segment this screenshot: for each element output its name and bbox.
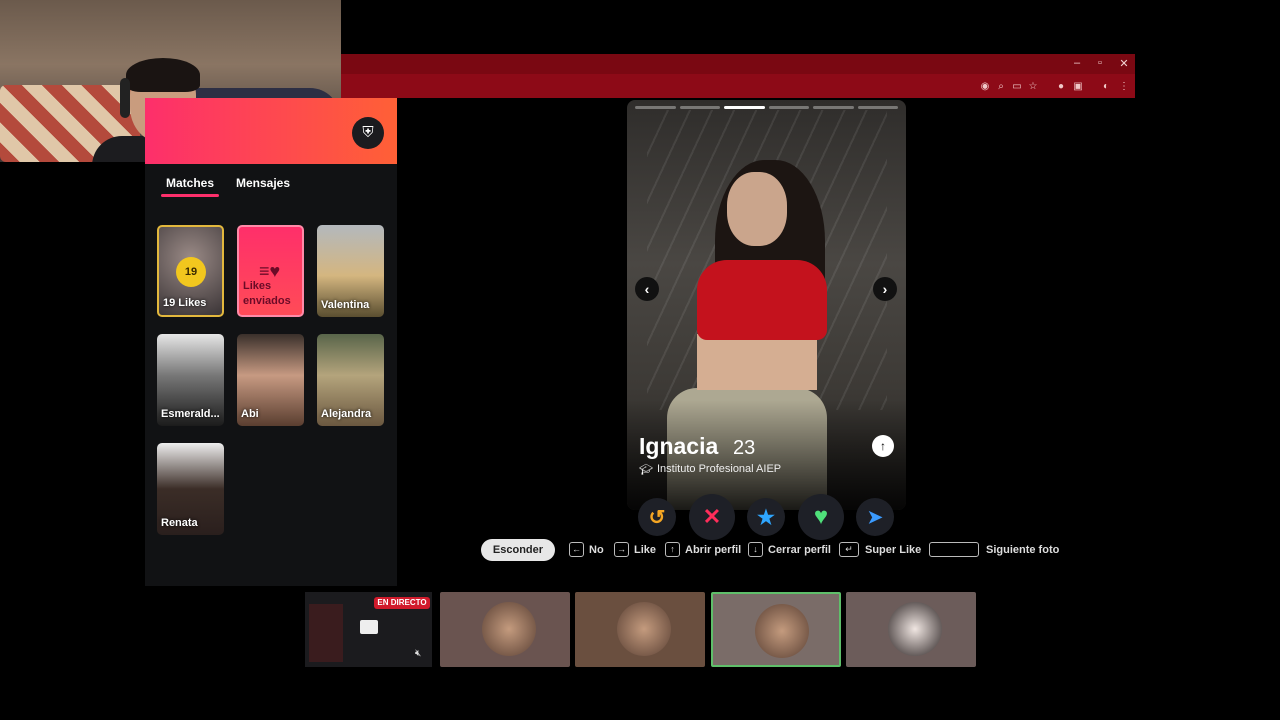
down-arrow-key-icon: ↓ [748,542,763,557]
match-name: Alejandra [321,408,372,420]
up-arrow-key-icon: ↑ [665,542,680,557]
streamer-hair [126,58,200,92]
participant-tile[interactable] [440,592,570,667]
stream-preview-grid [309,604,343,662]
puzzle-icon[interactable]: ▣ [1070,80,1086,94]
hint-open-profile: Abrir perfil [685,544,742,556]
avatar [617,602,671,656]
tab-messages[interactable]: Mensajes [236,176,290,190]
rewind-button[interactable]: ↺ [638,498,676,536]
live-badge: EN DIRECTO [374,597,430,609]
hint-super-like: Super Like [865,544,922,556]
hint-no: No [589,544,604,556]
matches-sidebar: ⛨ Matches Mensajes 19 19 Likes ♥ ≡♥ Like… [145,98,397,586]
right-arrow-key-icon: → [614,542,629,557]
participant-tile-active[interactable] [711,592,841,667]
match-name: Esmerald... [161,408,220,420]
match-tile[interactable]: Valentina [317,225,384,317]
prev-photo-icon[interactable]: ‹ [635,277,659,301]
likes-sent-tile[interactable]: ≡♥ Likes enviados [237,225,304,317]
photo-progress-segment [679,106,720,109]
open-profile-icon[interactable]: ↑ [872,435,894,457]
match-name: Abi [241,408,259,420]
tab-matches[interactable]: Matches [166,176,214,190]
hint-like: Like [634,544,657,556]
tab-strip [341,54,1135,74]
hide-hints-button[interactable]: Esconder [481,539,555,561]
minimize-icon[interactable]: – [1067,57,1087,69]
match-tile[interactable]: Renata [157,443,224,535]
photo-progress-segment [768,106,809,109]
likes-label: 19 Likes [163,297,207,309]
match-tile[interactable]: Abi [237,334,304,426]
match-name: Valentina [321,299,370,311]
bookmark-star-icon[interactable]: ☆ [1025,80,1041,94]
profile-name: Ignacia [639,433,719,459]
sidebar-header: ⛨ [145,98,397,164]
location-icon[interactable]: ◉ [977,80,993,94]
screen-share-icon [360,620,378,634]
photo-subject [697,260,827,340]
hint-next-photo: Siguiente foto [986,544,1060,556]
match-tile[interactable]: Alejandra [317,334,384,426]
hint-close-profile: Cerrar perfil [768,544,831,556]
nope-button[interactable]: ✕ [689,494,735,540]
boost-button[interactable]: ➤ [856,498,894,536]
cast-icon[interactable]: ▭ [1009,80,1025,94]
like-button[interactable]: ♥ [798,494,844,540]
photo-progress-segment [724,106,765,109]
photo-progress-bars [635,106,898,109]
likes-sent-label: Likes enviados [243,280,291,307]
avatar [888,602,942,656]
photo-progress-segment [635,106,676,109]
likes-count-badge: 19 [176,257,206,287]
graduation-cap-icon: 🎓︎ [639,464,653,476]
match-name: Renata [161,517,198,529]
close-window-icon[interactable]: ✕ [1114,57,1134,70]
profile-age: 23 [733,437,756,459]
space-key-icon [929,542,979,557]
profile-card[interactable]: ‹ › Ignacia 23 🎓︎ Instituto Profesional … [627,100,906,510]
match-tile[interactable]: Esmerald... [157,334,224,426]
enter-key-icon: ↵ [839,542,859,557]
headset [120,78,130,118]
super-like-button[interactable]: ★ [747,498,785,536]
next-photo-icon[interactable]: › [873,277,897,301]
active-tab-indicator [161,194,219,197]
profile-school: Instituto Profesional AIEP [657,463,782,475]
muted-speaker-icon[interactable]: 🔇︎ [415,648,421,659]
participant-tile[interactable] [846,592,976,667]
browser-toolbar: – ▫ ✕ ◉ ⌕ ▭ ☆ ● ▣ ◐ ⋮ [341,54,1135,98]
photo-progress-segment [857,106,898,109]
participant-tile[interactable] [575,592,705,667]
zoom-icon[interactable]: ⌕ [993,80,1009,94]
avatar [755,604,809,658]
shield-icon[interactable]: ⛨ [352,117,384,149]
likes-tile[interactable]: 19 19 Likes [157,225,224,317]
photo-subject [727,172,787,246]
restore-icon[interactable]: ▫ [1090,57,1110,69]
photo-subject [697,334,817,390]
left-arrow-key-icon: ← [569,542,584,557]
extension-icon[interactable]: ● [1053,80,1069,94]
photo-progress-segment [813,106,854,109]
avatar [482,602,536,656]
profile-icon[interactable]: ◐ [1098,80,1114,94]
menu-kebab-icon[interactable]: ⋮ [1116,80,1132,94]
